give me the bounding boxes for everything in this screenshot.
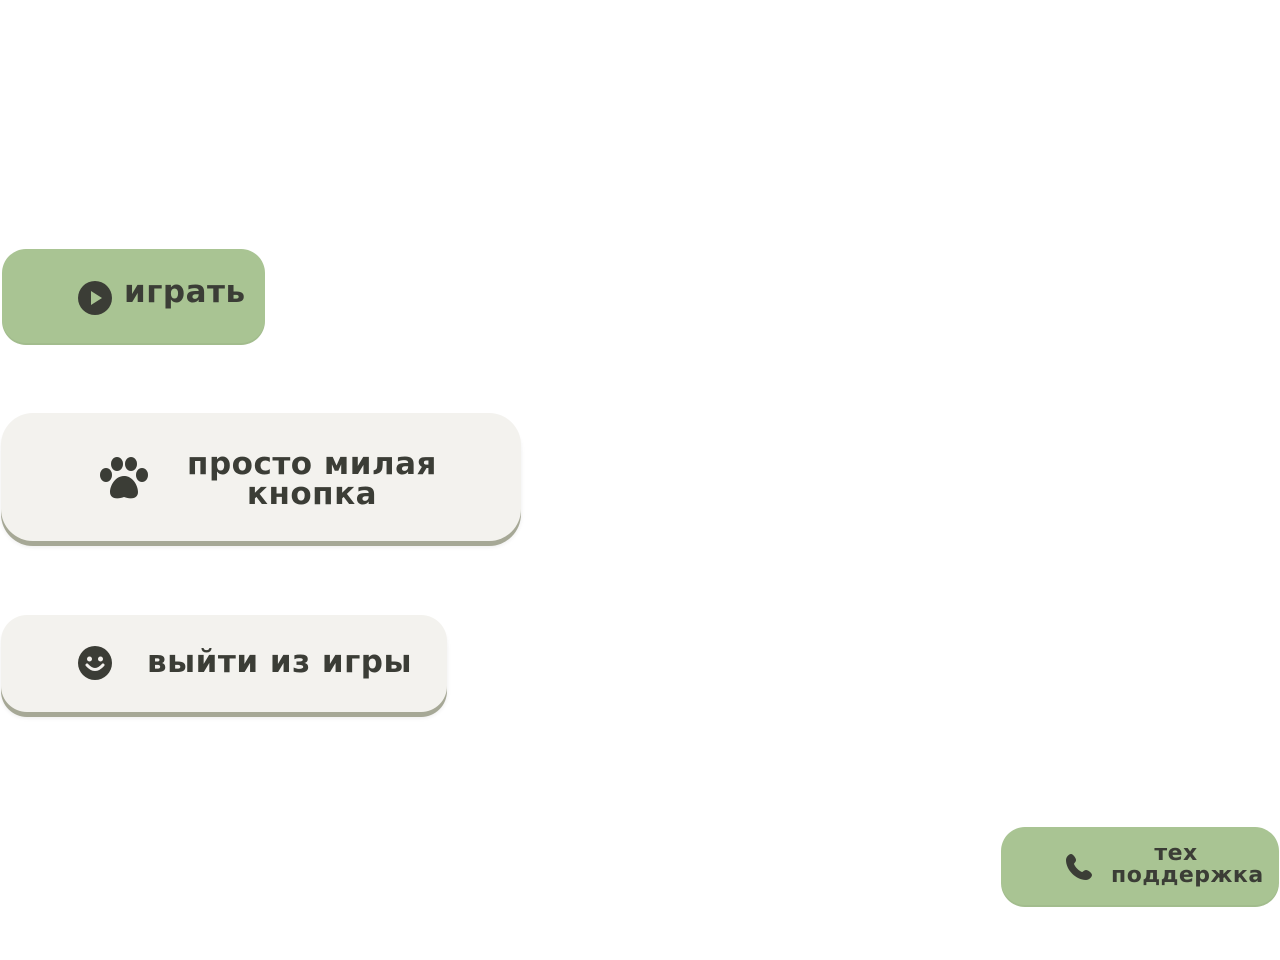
play-button-label: играть (124, 274, 246, 310)
exit-button-label: выйти из игры (147, 644, 413, 680)
smile-icon (77, 645, 113, 681)
support-button-label-line2: поддержка (1111, 863, 1264, 888)
support-button[interactable]: тех поддержка (1001, 827, 1279, 907)
play-button[interactable]: играть (2, 249, 265, 345)
support-button-label: тех поддержка (1111, 841, 1264, 888)
cute-button[interactable]: просто милая кнопка (1, 413, 521, 541)
exit-button[interactable]: выйти из игры (1, 615, 447, 712)
support-button-label-line1: тех (1154, 841, 1198, 866)
paw-icon (97, 456, 151, 502)
play-icon (77, 280, 113, 316)
phone-icon (1063, 851, 1095, 883)
cute-button-label-line1: просто милая (187, 446, 437, 482)
cute-button-label: просто милая кнопка (187, 446, 437, 512)
cute-button-label-line2: кнопка (246, 476, 378, 512)
